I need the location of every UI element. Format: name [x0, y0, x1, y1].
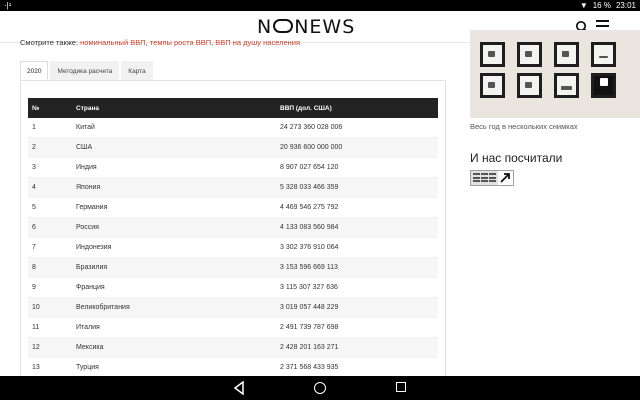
table-header: № Страна ВВП (дол. США): [28, 98, 438, 118]
cell-number: 8: [32, 264, 36, 271]
cell-number: 12: [32, 344, 40, 351]
cell-number: 4: [32, 184, 36, 191]
android-navigation-bar: [0, 376, 640, 400]
arrow-up-right-icon: [500, 173, 510, 183]
status-right: ▼ 16 % 23:01: [580, 1, 636, 10]
tab-methodology[interactable]: Методика расчета: [50, 61, 120, 80]
cell-number: 9: [32, 284, 36, 291]
gdp-table: № Страна ВВП (дол. США) 1 Китай 24 273 360…: [28, 98, 438, 378]
logo-o-shape: [273, 18, 294, 33]
cell-country: Турция: [76, 364, 99, 371]
cell-number: 7: [32, 244, 36, 251]
status-bar: ·|¹ ▼ 16 % 23:01: [0, 0, 640, 11]
link-gdp-growth[interactable]: темпы роста ВВП: [150, 38, 211, 47]
cell-gdp: 2 371 568 433 935: [280, 364, 339, 371]
status-left: ·|¹: [4, 1, 12, 10]
photo-frame: [554, 73, 579, 98]
cell-number: 6: [32, 224, 36, 231]
site-logo[interactable]: N NEWS: [257, 16, 355, 38]
table-body: 1 Китай 24 273 360 028 006 2 США 20 936 600 …: [28, 118, 438, 378]
photo-frame: [517, 73, 542, 98]
cell-gdp: 24 273 360 028 006: [280, 124, 343, 131]
cell-gdp: 2 428 201 163 271: [280, 344, 339, 351]
link-nominal-gdp[interactable]: номинальный ВВП: [80, 38, 145, 47]
table-row: 4 Япония 5 328 033 466 359: [28, 178, 438, 198]
home-icon[interactable]: [314, 382, 326, 394]
tab-map[interactable]: Карта: [121, 61, 153, 80]
counter-grid: [471, 171, 498, 185]
photo-frame: [517, 42, 542, 67]
cell-country: Германия: [76, 204, 108, 211]
table-row: 12 Мексика 2 428 201 163 271: [28, 338, 438, 358]
cell-country: Великобритания: [76, 304, 130, 311]
cell-number: 1: [32, 124, 36, 131]
cell-country: Бразилия: [76, 264, 108, 271]
table-row: 6 Россия 4 133 083 560 984: [28, 218, 438, 238]
cell-gdp: 20 936 600 000 000: [280, 144, 343, 151]
header-gdp: ВВП (дол. США): [280, 104, 332, 112]
cell-gdp: 3 153 596 669 113: [280, 264, 338, 271]
header-country: Страна: [76, 104, 100, 112]
wifi-icon: ▼: [579, 1, 588, 10]
cell-gdp: 8 907 027 654 120: [280, 164, 339, 171]
cell-number: 3: [32, 164, 36, 171]
see-also-line: Смотрите также: номинальный ВВП, темпы р…: [20, 38, 300, 47]
cell-gdp: 3 115 307 327 636: [280, 284, 338, 291]
table-row: 7 Индонезия 3 302 376 910 064: [28, 238, 438, 258]
time-text: 23:01: [615, 1, 636, 10]
cell-country: Индонезия: [76, 244, 112, 251]
cell-country: Россия: [76, 224, 99, 231]
cell-number: 11: [32, 324, 40, 331]
table-row: 2 США 20 936 600 000 000: [28, 138, 438, 158]
cell-country: Япония: [76, 184, 101, 191]
cell-gdp: 4 469 546 275 792: [280, 204, 339, 211]
cell-gdp: 3 019 057 448 229: [280, 304, 339, 311]
table-row: 11 Италия 2 491 739 787 698: [28, 318, 438, 338]
recent-apps-icon[interactable]: [396, 382, 406, 392]
cell-gdp: 5 328 033 466 359: [280, 184, 339, 191]
table-row: 5 Германия 4 469 546 275 792: [28, 198, 438, 218]
cell-number: 5: [32, 204, 36, 211]
cell-gdp: 4 133 083 560 984: [280, 224, 339, 231]
tab-2020[interactable]: 2020: [20, 61, 49, 80]
table-row: 13 Турция 2 371 568 433 935: [28, 358, 438, 378]
cell-country: Италия: [76, 324, 100, 331]
link-gdp-per-capita[interactable]: ВВП на душу населения: [215, 38, 300, 47]
table-row: 9 Франция 3 115 307 327 636: [28, 278, 438, 298]
counter-heading: И нас посчитали: [470, 151, 563, 165]
table-row: 1 Китай 24 273 360 028 006: [28, 118, 438, 138]
cell-number: 10: [32, 304, 40, 311]
cell-country: Китай: [76, 124, 95, 131]
table-row: 10 Великобритания 3 019 057 448 229: [28, 298, 438, 318]
logo-part-2: NEWS: [294, 16, 356, 38]
cell-gdp: 2 491 739 787 698: [280, 324, 339, 331]
cell-country: Франция: [76, 284, 105, 291]
see-also-prefix: Смотрите также:: [20, 38, 79, 47]
gallery-caption[interactable]: Весь год в нескольких снимках: [470, 122, 578, 131]
tabs: 2020 Методика расчета Карта: [20, 61, 155, 80]
photo-frame: [480, 42, 505, 67]
header-number: №: [32, 104, 40, 112]
table-row: 8 Бразилия 3 153 596 669 113: [28, 258, 438, 278]
cell-country: США: [76, 144, 93, 151]
photo-frame: [591, 42, 616, 67]
cell-country: Мексика: [76, 344, 104, 351]
back-icon[interactable]: [233, 381, 245, 395]
table-row: 3 Индия 8 907 027 654 120: [28, 158, 438, 178]
counter-badge[interactable]: [470, 170, 514, 186]
cell-gdp: 3 302 376 910 064: [280, 244, 339, 251]
photo-frame: [554, 42, 579, 67]
cell-country: Индия: [76, 164, 97, 171]
cell-number: 13: [32, 364, 40, 371]
photo-frame: [591, 73, 616, 98]
logo-part-1: N: [257, 16, 273, 38]
gallery-image[interactable]: [470, 30, 640, 118]
battery-text: 16 %: [592, 1, 611, 10]
photo-frame: [480, 73, 505, 98]
cell-number: 2: [32, 144, 36, 151]
